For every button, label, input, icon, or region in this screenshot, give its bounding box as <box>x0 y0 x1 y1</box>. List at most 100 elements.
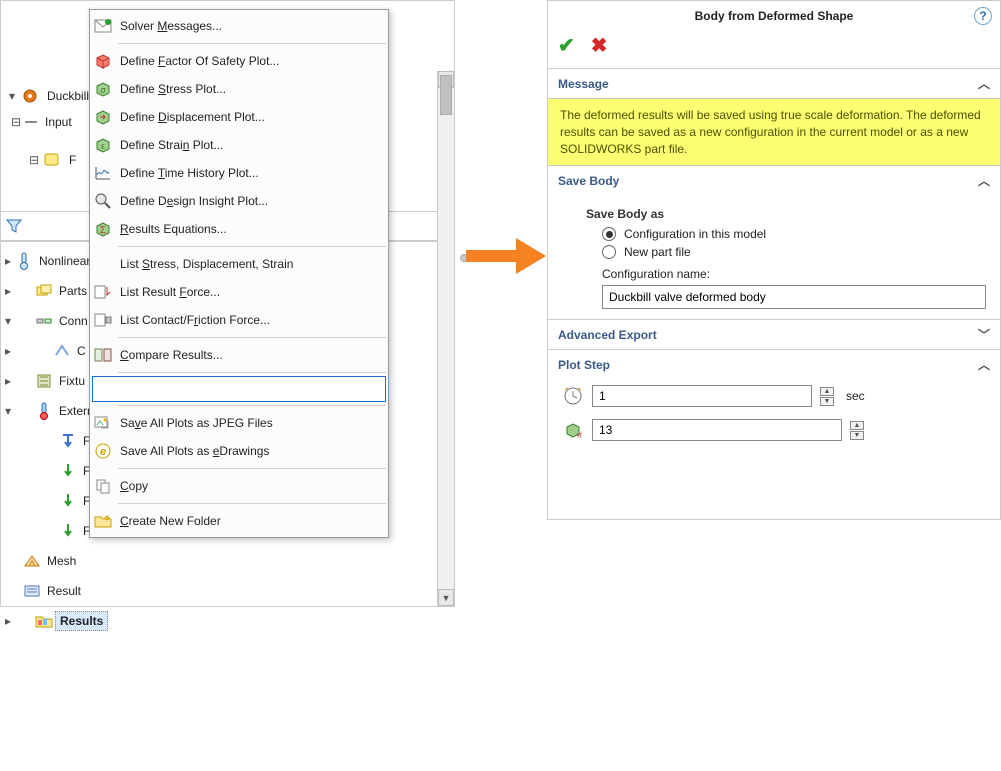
menu-separator <box>118 337 386 338</box>
svg-text:e: e <box>100 446 106 458</box>
menu-label: Define Design Insight Plot... <box>120 194 268 208</box>
chevron-up-icon: ︿ <box>978 172 990 189</box>
tree-label: Parts <box>55 282 91 300</box>
compare-icon <box>94 346 112 364</box>
section-plotstep-header[interactable]: Plot Step ︿ <box>548 349 1000 379</box>
menu-results-equations[interactable]: Σ Results Equations... <box>90 215 388 243</box>
spin-up-icon[interactable]: ▲ <box>820 387 834 396</box>
scroll-thumb[interactable] <box>440 75 452 115</box>
tree-input[interactable]: ⊟ Input <box>7 113 76 131</box>
menu-list-sds[interactable]: List Stress, Displacement, Strain <box>90 250 388 278</box>
menu-solver-messages[interactable]: Solver Messages... <box>90 12 388 40</box>
plotstep-time-input[interactable] <box>592 385 812 407</box>
menu-save-edrawings[interactable]: e Save All Plots as eDrawings <box>90 437 388 465</box>
menu-separator <box>118 246 386 247</box>
mesh-icon <box>23 552 41 570</box>
tree-root-label: Duckbill <box>43 87 93 105</box>
menu-label: Results Equations... <box>120 222 227 236</box>
menu-define-fos[interactable]: Define Factor Of Safety Plot... <box>90 47 388 75</box>
folder-new-icon <box>94 512 112 530</box>
menu-label: Define Stress Plot... <box>120 82 226 96</box>
section-title: Plot Step <box>558 358 610 372</box>
section-title: Advanced Export <box>558 328 657 342</box>
collapse-icon[interactable]: ⊟ <box>11 115 21 129</box>
spinner[interactable]: ▲▼ <box>820 387 834 406</box>
part-icon <box>43 151 61 169</box>
tree-input-label: Input <box>41 113 76 131</box>
edrawings-icon: e <box>94 442 112 460</box>
menu-separator <box>118 503 386 504</box>
results-options-icon <box>23 582 41 600</box>
section-message-header[interactable]: Message ︿ <box>548 68 1000 98</box>
force-down-icon <box>59 492 77 510</box>
fixtures-icon <box>35 372 53 390</box>
menu-label: List Contact/Friction Force... <box>120 313 270 327</box>
cancel-button[interactable]: ✖ <box>591 33 608 58</box>
menu-define-timehistory[interactable]: Define Time History Plot... <box>90 159 388 187</box>
contact-icon <box>53 342 71 360</box>
chevron-up-icon: ︿ <box>978 356 990 373</box>
tree-label: Fixtu <box>55 372 89 390</box>
step-cube-icon: # <box>562 420 584 440</box>
menu-compare-results[interactable]: Compare Results... <box>90 341 388 369</box>
blank-icon <box>97 380 115 398</box>
plotstep-step-input[interactable] <box>592 419 842 441</box>
menu-separator <box>118 405 386 406</box>
tree-root[interactable]: ▾ Duckbill <box>7 87 93 105</box>
spin-down-icon[interactable]: ▼ <box>820 397 834 406</box>
menu-define-stress[interactable]: σ Define Stress Plot... <box>90 75 388 103</box>
scroll-down-icon[interactable]: ▼ <box>438 589 454 606</box>
spinner[interactable]: ▲▼ <box>850 421 864 440</box>
savebody-subtitle: Save Body as <box>586 207 986 221</box>
section-title: Save Body <box>558 174 619 188</box>
funnel-icon[interactable] <box>5 217 23 235</box>
radio-label: Configuration in this model <box>624 227 766 241</box>
svg-text:ε: ε <box>101 141 105 151</box>
menu-label: Save All Plots as JPEG Files <box>120 416 273 430</box>
menu-define-strain[interactable]: ε Define Strain Plot... <box>90 131 388 159</box>
tree-item-resultopts[interactable]: Result <box>1 576 454 606</box>
tree-label: Conn <box>55 312 92 330</box>
tree-item-results[interactable]: ▸ Results <box>1 606 454 636</box>
list-force-icon <box>94 283 112 301</box>
list-contact-icon <box>94 311 112 329</box>
menu-define-designinsight[interactable]: Define Design Insight Plot... <box>90 187 388 215</box>
menu-copy[interactable]: Copy <box>90 472 388 500</box>
menu-create-body-deformed[interactable] <box>92 376 386 402</box>
menu-save-jpeg[interactable]: Save All Plots as JPEG Files <box>90 409 388 437</box>
config-name-input[interactable] <box>602 285 986 309</box>
radio-new-part-file[interactable]: New part file <box>602 245 986 259</box>
help-icon[interactable]: ? <box>974 7 992 25</box>
tree-item-mesh[interactable]: Mesh <box>1 546 454 576</box>
radio-config-in-model[interactable]: Configuration in this model <box>602 227 986 241</box>
menu-label: Copy <box>120 479 148 493</box>
radio-icon[interactable] <box>602 227 616 241</box>
left-panel: ▾ Duckbill ⊟ Input ⊟ F <box>0 0 455 607</box>
plotstep-time-row: ▲▼ sec <box>548 379 1000 413</box>
force-icon <box>59 432 77 450</box>
scrollbar[interactable]: ▲ ▼ <box>437 71 454 606</box>
config-name-label: Configuration name: <box>602 267 986 281</box>
force-down-icon <box>59 522 77 540</box>
connections-icon <box>35 312 53 330</box>
svg-text:Σ: Σ <box>100 225 106 236</box>
menu-label: Define Time History Plot... <box>120 166 259 180</box>
menu-list-contact[interactable]: List Contact/Friction Force... <box>90 306 388 334</box>
menu-label: Define Displacement Plot... <box>120 110 265 124</box>
section-title: Message <box>558 77 609 91</box>
ok-button[interactable]: ✔ <box>558 33 575 58</box>
force-down-icon <box>59 462 77 480</box>
spin-down-icon[interactable]: ▼ <box>850 431 864 440</box>
spin-up-icon[interactable]: ▲ <box>850 421 864 430</box>
menu-label: Solver Messages... <box>120 19 222 33</box>
save-image-icon <box>94 414 112 432</box>
menu-define-displacement[interactable]: Define Displacement Plot... <box>90 103 388 131</box>
section-savebody-header[interactable]: Save Body ︿ <box>548 165 1000 195</box>
copy-icon <box>94 477 112 495</box>
expand-icon[interactable]: ▾ <box>7 89 17 103</box>
section-advanced-header[interactable]: Advanced Export ﹀ <box>548 319 1000 349</box>
radio-icon[interactable] <box>602 245 616 259</box>
clock-icon <box>562 386 584 406</box>
menu-new-folder[interactable]: Create New Folder <box>90 507 388 535</box>
menu-list-result-force[interactable]: List Result Force... <box>90 278 388 306</box>
